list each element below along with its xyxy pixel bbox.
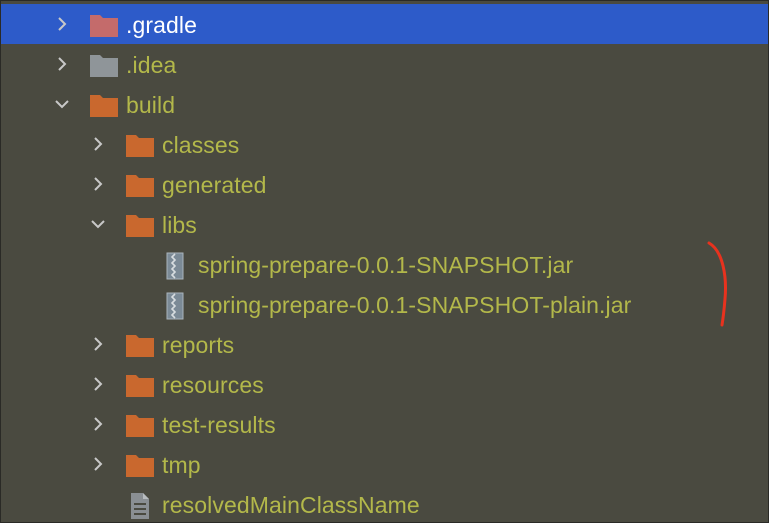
chevron-right-icon[interactable] [91, 457, 105, 471]
jar-archive-icon [163, 292, 187, 320]
tree-item-libs[interactable]: libs [1, 204, 768, 244]
tree-item-test-results[interactable]: test-results [1, 404, 768, 444]
chevron-right-icon[interactable] [91, 137, 105, 151]
tree-item-classes[interactable]: classes [1, 124, 768, 164]
tree-item-label: spring-prepare-0.0.1-SNAPSHOT.jar [198, 252, 574, 278]
tree-item-label: build [126, 92, 176, 118]
chevron-right-icon[interactable] [91, 337, 105, 351]
tree-item-tmp[interactable]: tmp [1, 444, 768, 484]
chevron-right-icon[interactable] [55, 17, 69, 31]
folder-icon [125, 172, 155, 198]
folder-icon [125, 412, 155, 438]
tree-item-build[interactable]: build [1, 84, 768, 124]
folder-icon [125, 372, 155, 398]
tree-item-label: .idea [126, 52, 177, 78]
chevron-right-icon[interactable] [91, 177, 105, 191]
tree-item-reports[interactable]: reports [1, 324, 768, 364]
tree-item-label: test-results [162, 412, 276, 438]
folder-icon [89, 92, 119, 118]
folder-icon [89, 12, 119, 38]
tree-item-label: spring-prepare-0.0.1-SNAPSHOT-plain.jar [198, 292, 632, 318]
folder-icon [125, 132, 155, 158]
tree-item-resources[interactable]: resources [1, 364, 768, 404]
chevron-right-icon[interactable] [91, 417, 105, 431]
text-file-icon [129, 492, 151, 519]
tree-item-resolved-main-class-name[interactable]: resolvedMainClassName [1, 484, 768, 522]
tree-item-spring-prepare-plain-jar[interactable]: spring-prepare-0.0.1-SNAPSHOT-plain.jar [1, 284, 768, 324]
folder-icon [125, 332, 155, 358]
tree-item-spring-prepare-jar[interactable]: spring-prepare-0.0.1-SNAPSHOT.jar [1, 244, 768, 284]
tree-item-label: generated [162, 172, 267, 198]
tree-item-idea[interactable]: .idea [1, 44, 768, 84]
chevron-right-icon[interactable] [91, 377, 105, 391]
tree-item-gradle[interactable]: .gradle [1, 4, 768, 44]
tree-item-label: .gradle [126, 12, 198, 38]
folder-icon [125, 452, 155, 478]
tree-item-label: tmp [162, 452, 201, 478]
tree-item-label: resources [162, 372, 264, 398]
project-tree-panel: .gradle .idea build classes generated li… [0, 0, 769, 523]
folder-icon [89, 52, 119, 78]
tree-item-label: classes [162, 132, 240, 158]
chevron-right-icon[interactable] [55, 57, 69, 71]
red-bracket-annotation [707, 241, 727, 327]
folder-icon [125, 212, 155, 238]
chevron-down-icon[interactable] [55, 97, 69, 111]
jar-archive-icon [163, 252, 187, 280]
project-tree: .gradle .idea build classes generated li… [1, 4, 768, 522]
tree-item-label: resolvedMainClassName [162, 492, 420, 518]
tree-item-generated[interactable]: generated [1, 164, 768, 204]
chevron-down-icon[interactable] [91, 217, 105, 231]
tree-item-label: libs [162, 212, 197, 238]
tree-item-label: reports [162, 332, 235, 358]
